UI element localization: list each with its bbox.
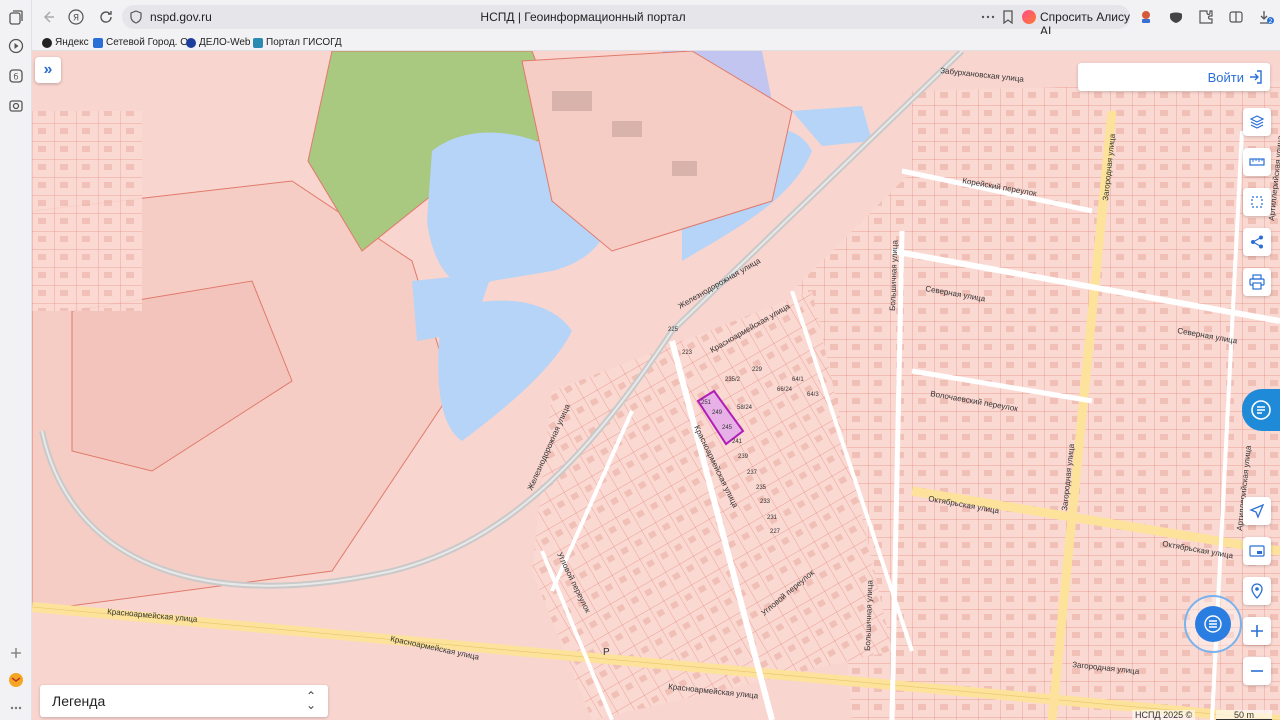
menu-dots-icon[interactable] (980, 9, 996, 25)
parcel-number: 225 (668, 327, 679, 333)
zoom-in-icon (1251, 625, 1263, 637)
shield-icon[interactable] (1168, 9, 1184, 25)
parcel-number: 241 (732, 439, 743, 445)
parcel-number: 245 (722, 425, 733, 431)
parcel-number: 239 (738, 454, 749, 460)
menu-list-icon (1204, 615, 1222, 633)
zoom-in-button[interactable] (1243, 617, 1271, 645)
bookmark-icon[interactable] (1000, 9, 1016, 25)
layers-icon (1249, 115, 1265, 129)
login-button[interactable]: Войти (1078, 63, 1270, 91)
bookmark-yandex[interactable]: Яндекс (42, 36, 89, 49)
parcel-number: 249 (712, 410, 723, 416)
parcel-number: 231 (767, 515, 778, 521)
browser-sidebar: б (0, 0, 32, 720)
delo-icon (186, 37, 196, 48)
expand-panel-button[interactable]: » (35, 57, 61, 83)
locate-icon (1249, 503, 1265, 519)
zoom-out-button[interactable] (1243, 657, 1271, 685)
chat-bubble-icon (1251, 400, 1271, 420)
bookmark-delo[interactable]: ДЕЛО-Web (186, 36, 251, 49)
bookmark-network-city[interactable]: Сетевой Город. О (93, 36, 188, 49)
parcel-number: 237 (747, 470, 758, 476)
pin-button[interactable] (1243, 577, 1271, 605)
alice-icon (1022, 10, 1036, 24)
locate-button[interactable] (1243, 497, 1271, 525)
parking-icon: P (603, 647, 610, 658)
chat-button[interactable] (1184, 595, 1242, 653)
zoom-out-icon (1251, 670, 1263, 672)
pin-icon (1251, 583, 1263, 599)
copyright-text: НСПД 2025 © (1132, 710, 1196, 720)
address-bar[interactable]: nspd.gov.ru НСПД | Геоинформационный пор… (122, 5, 1044, 29)
legend-label: Легенда (52, 693, 106, 709)
scale-bar: 50 m (1216, 710, 1272, 720)
minimap-button[interactable] (1243, 537, 1271, 565)
parcel-number: 64/1 (792, 377, 804, 383)
bookmark-gisogd[interactable]: Портал ГИСОГД (253, 36, 342, 49)
bookmarks-bar: Яндекс Сетевой Город. О ДЕЛО-Web Портал … (32, 34, 1280, 51)
select-area-button[interactable] (1243, 188, 1271, 216)
collections-icon[interactable] (1228, 9, 1244, 25)
select-area-icon (1251, 196, 1263, 208)
print-button[interactable] (1243, 268, 1271, 296)
parcel-number: 223 (682, 350, 693, 356)
map-canvas[interactable]: Забурхановская улица Корейский переулок … (32, 51, 1280, 720)
extensions-icon[interactable] (1198, 9, 1214, 25)
ruler-icon (1249, 158, 1265, 166)
network-city-icon (93, 37, 103, 48)
gisogd-icon (253, 37, 263, 48)
messenger-icon[interactable]: б (8, 68, 24, 84)
more-icon[interactable] (8, 700, 24, 716)
add-icon[interactable] (8, 645, 24, 661)
chevron-updown-icon: ⌃ ⌄ (305, 689, 316, 712)
play-icon[interactable] (8, 38, 24, 54)
back-icon[interactable] (40, 9, 56, 25)
notification-count: 2 (1269, 18, 1273, 25)
downloads-icon[interactable]: 2 (1258, 9, 1274, 25)
parcel-number: 58/24 (737, 405, 753, 411)
reload-icon[interactable] (98, 9, 114, 25)
parcel-number: 227 (770, 529, 781, 535)
tabs-icon[interactable] (8, 10, 24, 26)
screenshot-icon[interactable] (8, 98, 24, 114)
legend-dropdown[interactable]: Легенда ⌃ ⌄ (40, 685, 328, 717)
share-icon (1251, 235, 1263, 249)
login-icon (1248, 69, 1264, 85)
browser-toolbar: Я nspd.gov.ru НСПД | Геоинформационный п… (32, 0, 1280, 38)
yandex-icon (42, 37, 52, 48)
parcel-number: 235 (756, 485, 767, 491)
parcel-number: 66/24 (777, 387, 793, 393)
ruler-button[interactable] (1243, 148, 1271, 176)
svg-text:б: б (14, 73, 19, 82)
minimap-icon (1249, 545, 1265, 557)
mail-icon[interactable] (8, 672, 24, 688)
extension-icon[interactable] (1138, 9, 1154, 25)
yandex-logo-icon[interactable]: Я (68, 9, 84, 25)
parcel-number: 233 (760, 499, 771, 505)
ask-alice-button[interactable]: Спросить Алису AI (1016, 5, 1130, 38)
cadastral-map[interactable]: Забурхановская улица Корейский переулок … (32, 51, 1280, 720)
login-label: Войти (1207, 70, 1244, 85)
parcel-number: 64/3 (807, 392, 819, 398)
parcel-number: 251 (701, 400, 712, 406)
page-title: НСПД | Геоинформационный портал (480, 10, 686, 24)
print-icon (1249, 274, 1265, 290)
share-button[interactable] (1243, 228, 1271, 256)
svg-text:Я: Я (73, 14, 79, 24)
layers-button[interactable] (1243, 108, 1271, 136)
parcel-number: 229 (752, 367, 763, 373)
assistant-tab[interactable] (1242, 389, 1280, 431)
parcel-number: 235/2 (725, 377, 741, 383)
